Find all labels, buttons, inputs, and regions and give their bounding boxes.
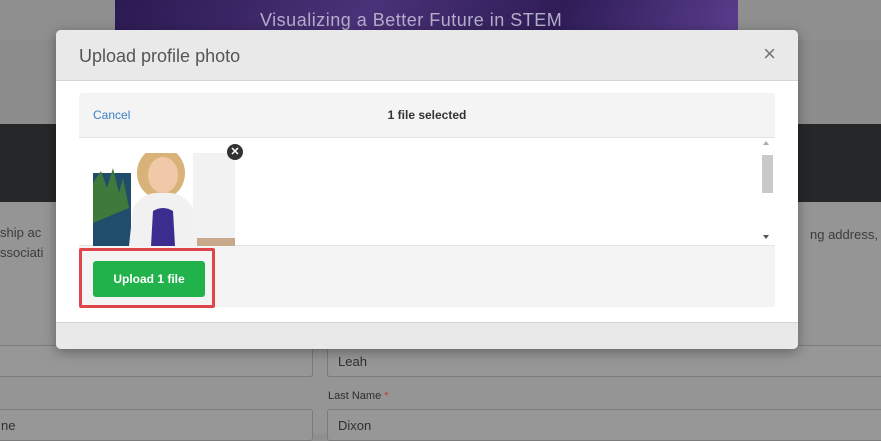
left-field-top[interactable] xyxy=(0,345,313,377)
modal-footer xyxy=(56,322,798,349)
required-mark: * xyxy=(384,390,389,402)
first-name-value: Leah xyxy=(338,354,367,369)
remove-file-icon[interactable]: ✕ xyxy=(227,144,243,160)
modal-header: Upload profile photo × xyxy=(56,30,798,81)
last-name-label-text: Last Name xyxy=(328,390,382,402)
upload-button[interactable]: Upload 1 file xyxy=(93,261,205,297)
scrollbar-thumb[interactable] xyxy=(762,155,773,193)
left-field-bottom[interactable]: ne xyxy=(0,409,313,441)
last-name-value: Dixon xyxy=(338,418,372,433)
page-text-right: ng address, c xyxy=(810,227,881,242)
modal-title: Upload profile photo xyxy=(79,46,241,66)
banner-text: Visualizing a Better Future in STEM xyxy=(260,10,563,30)
page-text-left-1: ship ac xyxy=(0,225,42,240)
last-name-label: Last Name * xyxy=(328,390,389,402)
files-selected-status: 1 file selected xyxy=(387,108,467,122)
last-name-field[interactable]: Dixon xyxy=(327,409,881,441)
scroll-down-arrow-icon[interactable] xyxy=(763,235,769,239)
scroll-up-arrow-icon[interactable] xyxy=(763,141,769,145)
modal-body: Cancel 1 file selected ✕ Upload 1 file xyxy=(56,81,798,322)
upload-modal: Upload profile photo × Cancel 1 file sel… xyxy=(56,30,798,349)
uploader-status-bar: Cancel 1 file selected xyxy=(79,93,775,138)
first-name-field[interactable]: Leah xyxy=(327,345,881,377)
photo-thumbnail xyxy=(93,153,235,246)
file-uploader: Cancel 1 file selected ✕ Upload 1 file xyxy=(79,93,775,307)
page-text-left-2: ssociati xyxy=(0,245,44,260)
left-field-text: ne xyxy=(1,418,16,433)
file-list-scrollbar[interactable] xyxy=(758,138,775,245)
file-list: ✕ xyxy=(79,138,775,246)
close-icon[interactable]: × xyxy=(763,43,776,65)
